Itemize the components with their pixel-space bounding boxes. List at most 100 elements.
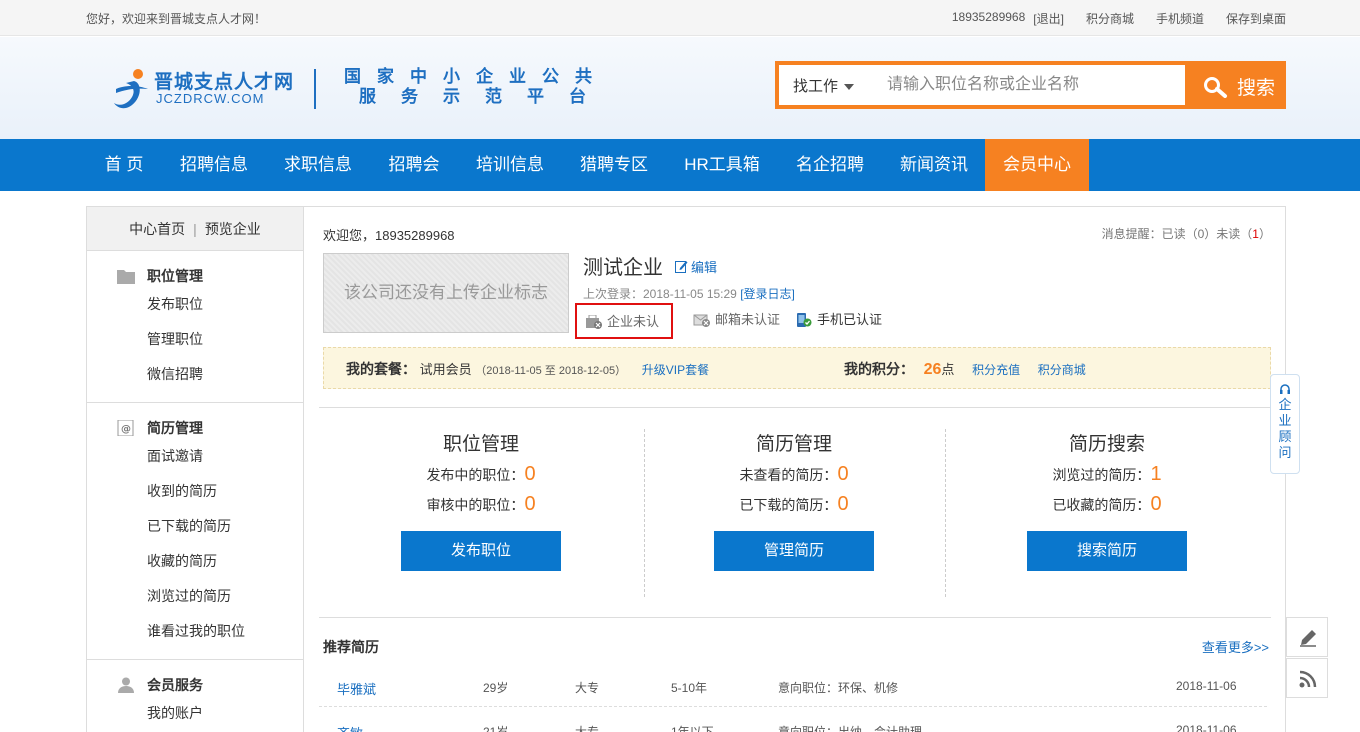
sidebar-item-my-account[interactable]: 我的账户: [87, 696, 303, 731]
member-center-frame: 中心首页 | 预览企业 职位管理 发布职位 管理职位 微信招聘 @ 简历管理 面试邀…: [86, 206, 1286, 732]
rss-button[interactable]: [1286, 658, 1328, 698]
resume-age: 21岁: [483, 725, 509, 732]
stats-title: 职位管理: [442, 434, 519, 455]
search-button[interactable]: 搜索: [1185, 61, 1286, 109]
message-reminder-close: ）: [1258, 227, 1271, 241]
nav-item-jobs[interactable]: 招聘信息: [168, 139, 260, 191]
search-bar: 找工作 搜索: [775, 61, 1286, 109]
sidebar-item-interview-invites[interactable]: 面试邀请: [87, 439, 303, 474]
headset-icon: [1280, 384, 1290, 394]
resume-at-icon: @: [117, 420, 134, 436]
mobile-channel-link[interactable]: 手机频道: [1156, 10, 1204, 27]
email-cert-label: 邮箱未认证: [715, 312, 781, 327]
sidebar-center-home-link[interactable]: 中心首页: [129, 221, 185, 237]
user-icon: [118, 677, 134, 693]
company-certification-status[interactable]: 企业未认证: [575, 303, 673, 363]
resume-name-link[interactable]: 毕雅斌: [337, 679, 376, 698]
stats-column-divider: [945, 429, 946, 597]
feedback-button[interactable]: [1286, 617, 1328, 657]
stats-row-label: 已下载的简历：: [739, 497, 838, 513]
phone-certification-status[interactable]: 手机已认证: [787, 303, 882, 339]
sidebar-item-wechat-recruit[interactable]: 微信招聘: [87, 357, 303, 392]
resume-education: 大专: [575, 725, 600, 732]
stats-row-label: 审核中的职位：: [426, 497, 525, 513]
sidebar-item-post-job[interactable]: 发布职位: [87, 287, 303, 322]
nav-item-hr-tools[interactable]: HR工具箱: [672, 139, 772, 191]
folder-icon: [117, 270, 135, 284]
recommend-more-link[interactable]: 查看更多>>: [1202, 637, 1269, 656]
svg-text:@: @: [121, 424, 131, 435]
resume-date: 2018-11-06: [1176, 679, 1237, 693]
save-to-desktop-link[interactable]: 保存到桌面: [1226, 10, 1286, 27]
points-mall-link[interactable]: 积分商城: [1086, 10, 1134, 27]
email-certification-status[interactable]: 邮箱未认证: [685, 303, 780, 339]
company-cert-icon: [586, 315, 602, 329]
points-mall-link-inline[interactable]: 积分商城: [1038, 363, 1086, 377]
sidebar-group-title-text: 职位管理: [147, 268, 203, 284]
nav-item-seekers[interactable]: 求职信息: [272, 139, 364, 191]
sidebar-item-who-viewed-jobs[interactable]: 谁看过我的职位: [87, 614, 303, 649]
stats-row-value[interactable]: 0: [524, 493, 535, 515]
nav-item-training[interactable]: 培训信息: [464, 139, 556, 191]
stats-row-value[interactable]: 1: [1150, 463, 1161, 485]
unread-count: 1: [1252, 227, 1259, 241]
search-resumes-button[interactable]: 搜索简历: [1027, 531, 1187, 571]
table-row[interactable]: 毕雅斌 29岁 大专 5-10年 意向职位：环保、机修 2018-11-06: [319, 665, 1267, 707]
company-logo-placeholder[interactable]: 该公司还没有上传企业标志: [323, 253, 569, 333]
table-row[interactable]: 齐敏 21岁 大专 1年以下 意向职位：出纳、会计助理 2018-11-06: [319, 709, 1267, 732]
points-recharge-link[interactable]: 积分充值: [972, 363, 1020, 377]
stats-row: 审核中的职位：0: [331, 489, 631, 519]
edit-company-button[interactable]: 编辑: [675, 257, 717, 276]
package-info: 我的套餐： 试用会员 （2018-11-05 至 2018-12-05） 升级V…: [346, 348, 709, 392]
message-reminder[interactable]: 消息提醒：已读（0）未读（1）: [1102, 225, 1271, 242]
stats-row-value[interactable]: 0: [837, 463, 848, 485]
sidebar-item-favorite-resumes[interactable]: 收藏的简历: [87, 544, 303, 579]
stats-title: 简历搜索: [1068, 434, 1145, 455]
stats-row-value[interactable]: 0: [837, 493, 848, 515]
resume-date: 2018-11-06: [1176, 723, 1237, 732]
site-logo[interactable]: 晋城支点人才网 JCZDRCW.COM: [112, 65, 302, 115]
rss-icon: [1299, 670, 1317, 688]
nav-item-news[interactable]: 新闻资讯: [888, 139, 980, 191]
sidebar-group-member-services: 会员服务 我的账户: [87, 660, 303, 732]
sidebar-item-received-resumes[interactable]: 收到的简历: [87, 474, 303, 509]
login-log-link[interactable]: [登录日志]: [740, 287, 795, 301]
sidebar-item-viewed-resumes[interactable]: 浏览过的简历: [87, 579, 303, 614]
upgrade-vip-link[interactable]: 升级VIP套餐: [642, 363, 709, 377]
resume-name-link[interactable]: 齐敏: [337, 723, 363, 732]
manage-resumes-button[interactable]: 管理简历: [714, 531, 874, 571]
top-links: 18935289968 [退出] 积分商城 手机频道 保存到桌面: [952, 10, 1286, 27]
edit-label: 编辑: [691, 260, 718, 275]
post-job-button[interactable]: 发布职位: [401, 531, 561, 571]
advisor-label: 企业顾问: [1278, 397, 1292, 460]
sidebar-preview-company-link[interactable]: 预览企业: [205, 221, 261, 237]
stats-row-value[interactable]: 0: [524, 463, 535, 485]
sidebar-item-downloaded-resumes[interactable]: 已下载的简历: [87, 509, 303, 544]
points-info: 我的积分： 26点 积分充值 积分商城: [844, 348, 1086, 391]
stats-row-value[interactable]: 0: [1150, 493, 1161, 515]
enterprise-advisor-button[interactable]: 企业顾问: [1270, 374, 1300, 474]
main-nav: 首 页 招聘信息 求职信息 招聘会 培训信息 猎聘专区 HR工具箱 名企招聘 新…: [0, 139, 1360, 191]
nav-item-home[interactable]: 首 页: [90, 139, 158, 191]
sidebar: 中心首页 | 预览企业 职位管理 发布职位 管理职位 微信招聘 @ 简历管理 面试邀…: [87, 207, 304, 732]
resume-intent: 意向职位：出纳、会计助理: [778, 725, 923, 732]
stats-resume-management: 简历管理 未查看的简历：0 已下载的简历：0 管理简历: [644, 429, 944, 597]
sidebar-group-title-text: 简历管理: [147, 420, 203, 436]
sidebar-group-resumes: @ 简历管理 面试邀请 收到的简历 已下载的简历 收藏的简历 浏览过的简历 谁看…: [87, 403, 303, 660]
stats-row: 发布中的职位：0: [331, 459, 631, 489]
search-input[interactable]: [873, 65, 1185, 105]
slogan: 国家中小企业公共 服务示范平台: [344, 67, 611, 107]
nav-item-famous-companies[interactable]: 名企招聘: [784, 139, 876, 191]
recommend-divider: [319, 617, 1271, 618]
search-type-select[interactable]: 找工作: [779, 65, 873, 105]
stats-row: 浏览过的简历：1: [957, 459, 1257, 489]
logout-link[interactable]: [退出]: [1033, 10, 1064, 27]
points-label: 我的积分：: [844, 361, 914, 377]
stats-job-management: 职位管理 发布中的职位：0 审核中的职位：0 发布职位: [331, 429, 631, 597]
nav-item-job-fair[interactable]: 招聘会: [376, 139, 452, 191]
nav-item-headhunt[interactable]: 猎聘专区: [568, 139, 660, 191]
sidebar-item-manage-jobs[interactable]: 管理职位: [87, 322, 303, 357]
top-bar: 您好，欢迎来到晋城支点人才网！ 18935289968 [退出] 积分商城 手机…: [0, 0, 1360, 36]
stats-resume-search: 简历搜索 浏览过的简历：1 已收藏的简历：0 搜索简历: [957, 429, 1257, 597]
nav-item-member-center[interactable]: 会员中心: [985, 139, 1089, 191]
